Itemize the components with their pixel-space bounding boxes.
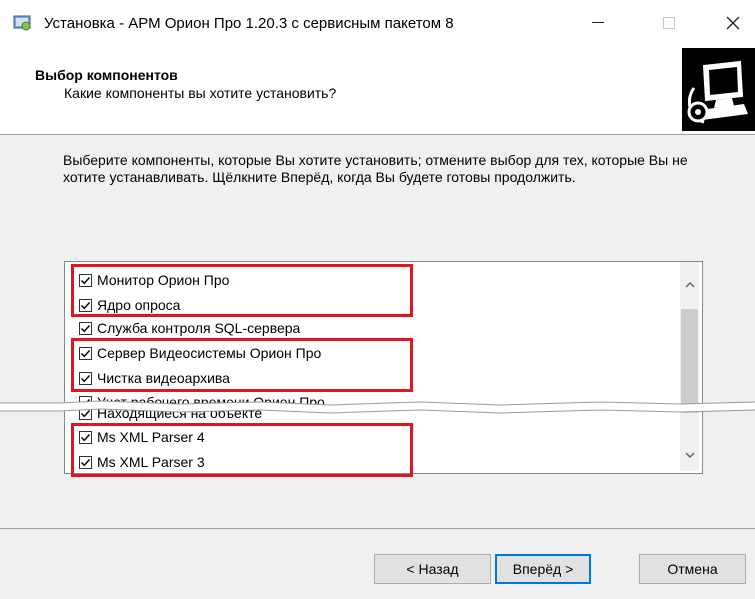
minimize-button[interactable] — [575, 0, 621, 45]
page-title: Выбор компонентов — [35, 67, 178, 83]
scroll-up-button[interactable] — [680, 275, 699, 294]
chevron-down-icon — [685, 452, 694, 458]
checkmark-icon — [81, 374, 91, 382]
checkmark-icon — [81, 433, 91, 441]
component-checkbox[interactable] — [79, 455, 92, 469]
component-item[interactable]: Ms XML Parser 3 — [79, 450, 205, 473]
window-title: Установка - АРМ Орион Про 1.20.3 с серви… — [44, 15, 454, 32]
component-item[interactable]: Чистка видеоархива — [79, 366, 230, 390]
component-item[interactable]: Находящиеся на объекте — [79, 401, 262, 425]
component-label: Сервер Видеосистемы Орион Про — [97, 345, 322, 361]
footer-divider — [0, 528, 755, 529]
component-item[interactable]: Сервер Видеосистемы Орион Про — [79, 341, 321, 365]
close-icon — [726, 16, 740, 29]
components-scrollbar[interactable] — [680, 262, 699, 471]
component-item[interactable]: Монитор Орион Про — [79, 268, 229, 292]
page-subtitle: Какие компоненты вы хотите установить? — [64, 85, 337, 101]
checkmark-icon — [81, 349, 91, 357]
installer-app-icon — [13, 15, 31, 31]
chevron-up-icon — [685, 281, 694, 287]
component-label: Ядро опроса — [97, 297, 181, 313]
checkmark-icon — [81, 458, 91, 466]
component-label: Ms XML Parser 3 — [97, 454, 205, 470]
component-label: Чистка видеоархива — [97, 370, 230, 386]
component-label: Служба контроля SQL-сервера — [97, 320, 301, 336]
close-button[interactable] — [710, 0, 755, 45]
maximize-icon — [663, 16, 675, 29]
component-checkbox[interactable] — [79, 273, 92, 287]
component-checkbox[interactable] — [79, 406, 92, 420]
component-label: Монитор Орион Про — [97, 272, 230, 288]
component-checkbox[interactable] — [79, 371, 92, 385]
component-label: Ms XML Parser 4 — [97, 429, 205, 445]
title-bar: Установка - АРМ Орион Про 1.20.3 с серви… — [0, 0, 755, 45]
computer-install-icon — [682, 48, 755, 131]
scrollbar-thumb[interactable] — [681, 309, 698, 413]
component-checkbox[interactable] — [79, 346, 92, 360]
components-list[interactable]: Монитор Орион Про Ядро опроса Служба контр… — [64, 261, 703, 474]
scroll-down-button[interactable] — [680, 445, 699, 464]
back-button[interactable]: < Назад — [374, 554, 491, 584]
component-checkbox[interactable] — [79, 298, 92, 312]
wizard-header: Выбор компонентов Какие компоненты вы хо… — [0, 45, 755, 135]
instructions-text: Выберите компоненты, которые Вы хотите у… — [63, 152, 688, 185]
maximize-button[interactable] — [646, 0, 692, 45]
component-label: Находящиеся на объекте — [97, 405, 263, 421]
component-item[interactable]: Ms XML Parser 4 — [79, 425, 205, 449]
checkmark-icon — [81, 409, 91, 417]
next-button[interactable]: Вперёд > — [495, 554, 591, 584]
component-checkbox[interactable] — [79, 430, 92, 444]
checkmark-icon — [81, 324, 91, 332]
component-item[interactable]: Ядро опроса — [79, 293, 180, 317]
component-item[interactable]: Служба контроля SQL-сервера — [79, 316, 300, 340]
checkmark-icon — [81, 276, 91, 284]
checkmark-icon — [81, 301, 91, 309]
cancel-button[interactable]: Отмена — [639, 554, 746, 584]
minimize-icon — [592, 22, 604, 23]
component-checkbox[interactable] — [79, 321, 92, 335]
